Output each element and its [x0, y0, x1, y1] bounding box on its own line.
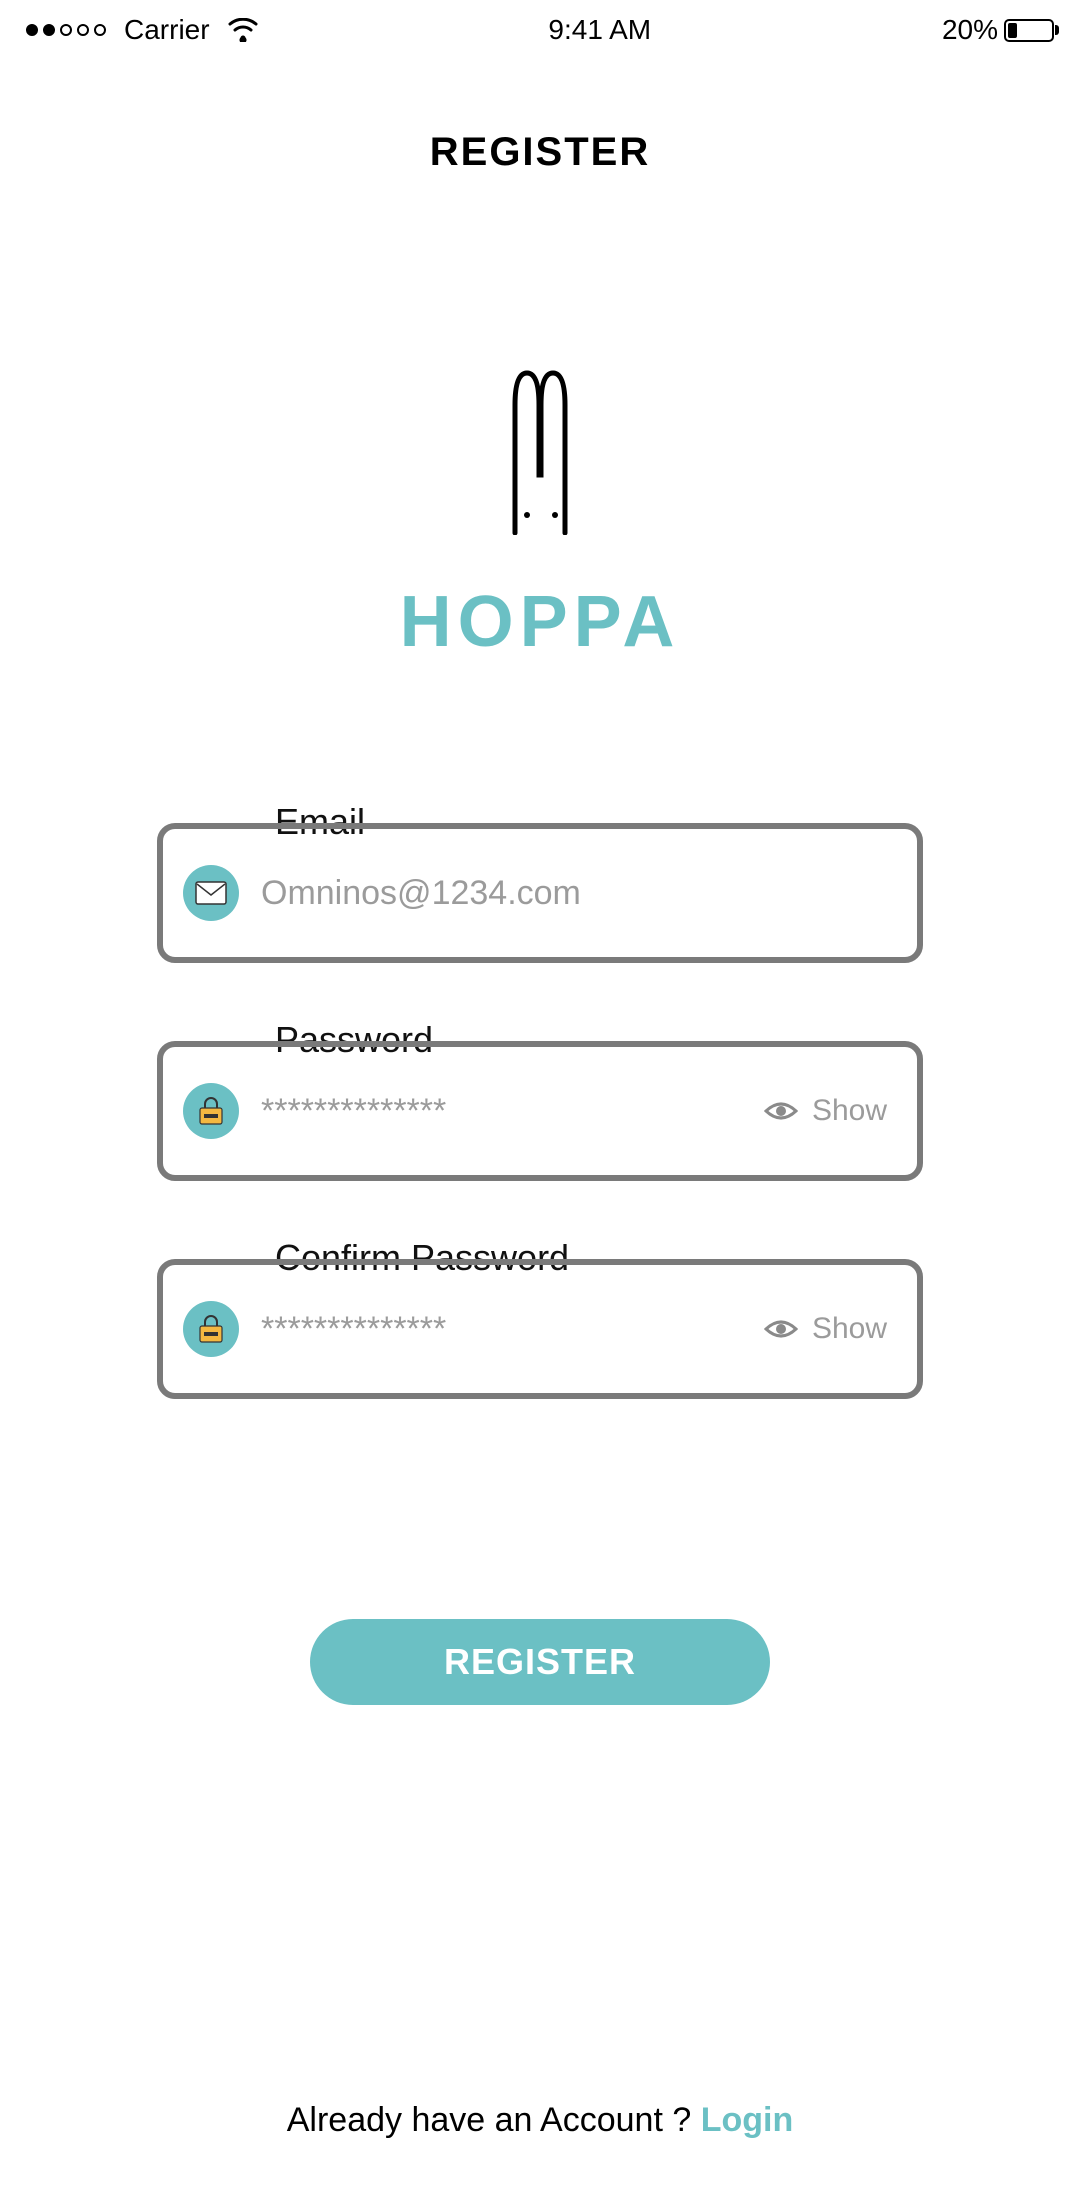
login-link[interactable]: Login — [701, 2101, 794, 2139]
signal-dots-icon — [26, 24, 106, 36]
email-field-wrap: Email — [157, 823, 923, 963]
page-title: REGISTER — [430, 130, 650, 175]
password-show-toggle[interactable]: Show — [764, 1094, 887, 1128]
register-form: Email Password — [0, 823, 1080, 1399]
footer: Already have an Account ? Login — [0, 2101, 1080, 2140]
confirm-show-toggle[interactable]: Show — [764, 1312, 887, 1346]
confirm-password-input[interactable] — [261, 1310, 742, 1349]
brand-name: HOPPA — [400, 581, 681, 663]
lock-icon — [183, 1083, 239, 1139]
password-field-wrap: Password Show — [157, 1041, 923, 1181]
wifi-icon — [228, 18, 258, 42]
brand-logo: HOPPA — [400, 365, 681, 663]
status-bar-left: Carrier — [26, 14, 258, 46]
footer-prompt: Already have an Account ? — [287, 2101, 701, 2139]
battery-percent: 20% — [942, 14, 998, 46]
eye-icon — [764, 1099, 798, 1123]
confirm-show-label: Show — [812, 1312, 887, 1346]
confirm-field-wrap: Confirm Password Show — [157, 1259, 923, 1399]
email-icon — [183, 865, 239, 921]
rabbit-icon — [485, 365, 595, 535]
carrier-label: Carrier — [124, 14, 210, 46]
password-show-label: Show — [812, 1094, 887, 1128]
eye-icon — [764, 1317, 798, 1341]
status-bar: Carrier 9:41 AM 20% — [0, 0, 1080, 60]
status-bar-time: 9:41 AM — [548, 14, 651, 46]
status-bar-right: 20% — [942, 14, 1054, 46]
register-button[interactable]: REGISTER — [310, 1619, 770, 1705]
email-input[interactable] — [261, 874, 887, 913]
battery-icon — [1004, 19, 1054, 42]
lock-icon — [183, 1301, 239, 1357]
password-input[interactable] — [261, 1092, 742, 1131]
